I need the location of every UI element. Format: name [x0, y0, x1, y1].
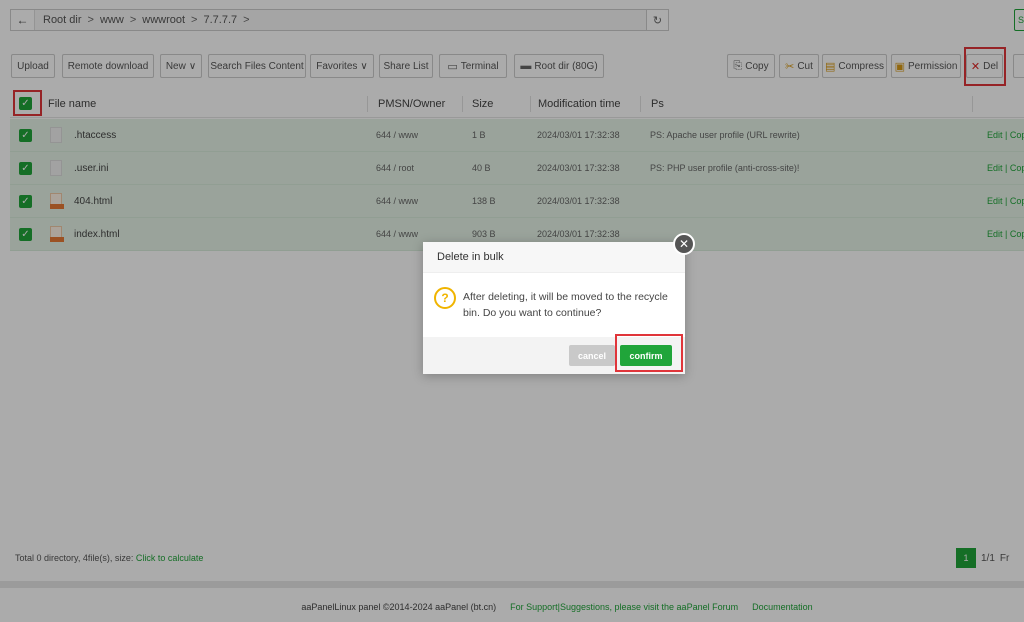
dialog-body: ? After deleting, it will be moved to th… — [423, 273, 685, 337]
cancel-button[interactable]: cancel — [569, 345, 615, 366]
highlight-confirm — [615, 334, 683, 372]
dialog-title: Delete in bulk — [423, 242, 685, 273]
question-icon: ? — [434, 287, 456, 309]
close-icon[interactable]: ✕ — [673, 233, 695, 255]
dialog-message: After deleting, it will be moved to the … — [463, 291, 668, 319]
